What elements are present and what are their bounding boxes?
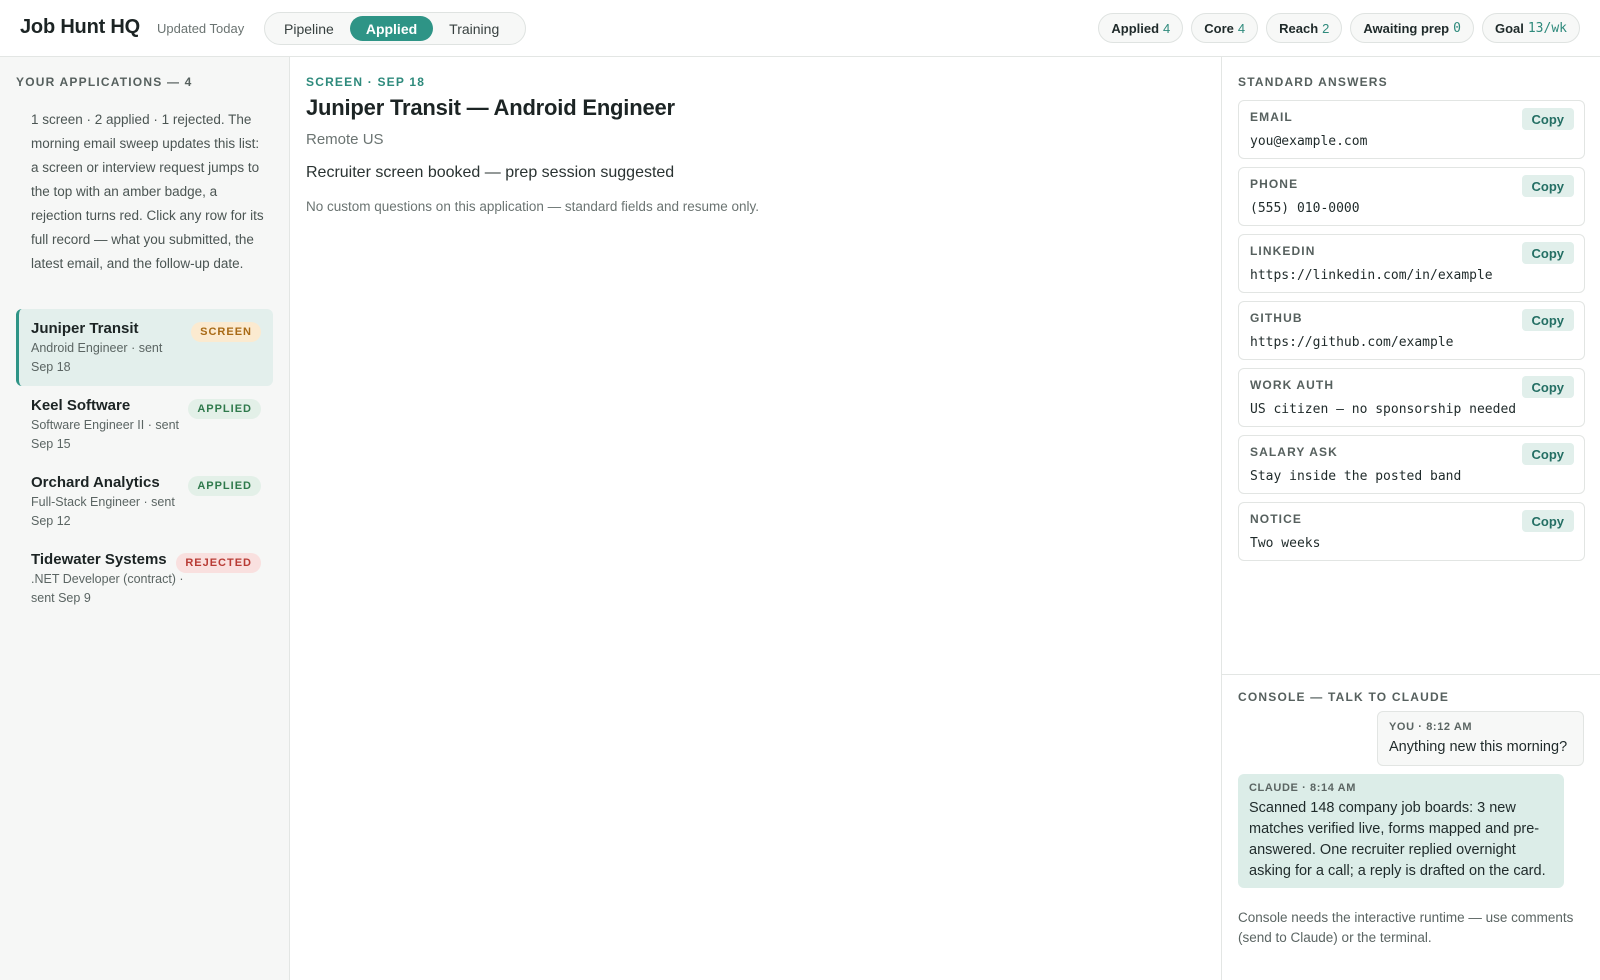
stat-value: 2 [1322, 20, 1330, 36]
answer-email: EMAIL you@example.com Copy [1238, 100, 1585, 159]
stat-label: Reach [1279, 20, 1319, 36]
stat-core: Core 4 [1191, 13, 1259, 43]
stat-goal: Goal 13/wk [1481, 13, 1580, 43]
copy-work-auth-button[interactable]: Copy [1521, 376, 1574, 398]
tab-applied[interactable]: Applied [349, 16, 434, 41]
answer-phone: PHONE (555) 010-0000 Copy [1238, 167, 1585, 226]
stat-value: 4 [1163, 20, 1171, 36]
application-row-keel-software[interactable]: Keel Software Software Engineer II · sen… [16, 386, 273, 463]
answer-value: you@example.com [1250, 134, 1368, 149]
detail-status: Recruiter screen booked — prep session s… [306, 164, 675, 181]
claude-message: CLAUDE · 8:14 AM Scanned 148 company job… [1238, 774, 1564, 888]
application-role: Android Engineer · sent Sep 18 [31, 341, 163, 374]
stat-value: 4 [1237, 20, 1246, 36]
tab-pipeline[interactable]: Pipeline [268, 16, 350, 41]
copy-linkedin-button[interactable]: Copy [1521, 242, 1574, 264]
updated-label: Updated Today [157, 21, 245, 36]
right-panel: STANDARD ANSWERS EMAIL you@example.com C… [1221, 57, 1600, 980]
answer-value: Stay inside the posted band [1250, 469, 1462, 484]
detail-location: Remote US [306, 131, 384, 148]
standard-answers-heading: STANDARD ANSWERS [1238, 75, 1388, 89]
stats-bar: Applied 4 Core 4 Reach 2 Awaiting prep 0 Goa… [1098, 13, 1580, 43]
answer-linkedin: LINKEDIN https://linkedin.com/in/example… [1238, 234, 1585, 293]
detail-eyebrow: SCREEN · SEP 18 [306, 75, 426, 89]
application-detail: SCREEN · SEP 18 Juniper Transit — Androi… [290, 57, 1221, 980]
stat-value: 13/wk [1527, 20, 1567, 36]
answer-value: (555) 010-0000 [1250, 201, 1360, 216]
copy-salary-ask-button[interactable]: Copy [1521, 443, 1574, 465]
answer-value: https://linkedin.com/in/example [1250, 268, 1493, 283]
message-text: Anything new this morning? [1389, 739, 1568, 755]
copy-notice-button[interactable]: Copy [1521, 510, 1574, 532]
tab-training[interactable]: Training [433, 16, 515, 41]
stat-label: Goal [1494, 20, 1524, 36]
view-tabs: Pipeline Applied Training [264, 12, 526, 45]
answer-work-auth: WORK AUTH US citizen — no sponsorship ne… [1238, 368, 1585, 427]
status-badge: REJECTED [176, 553, 261, 573]
copy-phone-button[interactable]: Copy [1521, 175, 1574, 197]
message-meta: YOU · 8:12 AM [1389, 721, 1473, 733]
stat-value: 0 [1453, 20, 1461, 36]
stat-applied: Applied 4 [1098, 13, 1184, 43]
applications-heading: YOUR APPLICATIONS — 4 [16, 75, 193, 89]
console-heading: CONSOLE — TALK TO CLAUDE [1238, 690, 1450, 704]
message-meta: CLAUDE · 8:14 AM [1249, 782, 1356, 794]
standard-answers-list: EMAIL you@example.com Copy PHONE (555) 0… [1238, 100, 1585, 569]
application-role: Software Engineer II · sent Sep 15 [31, 418, 179, 451]
answer-value: https://github.com/example [1250, 335, 1454, 350]
status-badge: SCREEN [191, 322, 261, 342]
application-row-tidewater-systems[interactable]: Tidewater Systems .NET Developer (contra… [16, 540, 273, 617]
applications-sidebar: YOUR APPLICATIONS — 4 1 screen · 2 appli… [0, 57, 290, 980]
answer-value: Two weeks [1250, 536, 1321, 551]
copy-github-button[interactable]: Copy [1521, 309, 1574, 331]
top-bar: Job Hunt HQ Updated Today Pipeline Appli… [0, 0, 1600, 57]
console-panel: CONSOLE — TALK TO CLAUDE YOU · 8:12 AM A… [1222, 674, 1600, 980]
user-message: YOU · 8:12 AM Anything new this morning? [1377, 711, 1584, 766]
stat-label: Applied [1111, 20, 1160, 36]
answer-github: GITHUB https://github.com/example Copy [1238, 301, 1585, 360]
answer-notice: NOTICE Two weeks Copy [1238, 502, 1585, 561]
stat-awaiting-prep: Awaiting prep 0 [1350, 13, 1474, 43]
stat-reach: Reach 2 [1266, 13, 1343, 43]
copy-email-button[interactable]: Copy [1521, 108, 1574, 130]
detail-note: No custom questions on this application … [306, 199, 759, 214]
status-badge: APPLIED [188, 476, 261, 496]
application-role: Full-Stack Engineer · sent Sep 12 [31, 495, 175, 528]
stat-label: Core [1204, 20, 1234, 36]
status-badge: APPLIED [188, 399, 261, 419]
applications-intro: 1 screen · 2 applied · 1 rejected. The m… [31, 112, 264, 271]
app-title: Job Hunt HQ [20, 16, 141, 38]
answer-value: US citizen — no sponsorship needed [1250, 402, 1517, 417]
application-row-juniper-transit[interactable]: Juniper Transit Android Engineer · sent … [16, 309, 273, 386]
applications-list: Juniper Transit Android Engineer · sent … [16, 309, 273, 617]
stat-label: Awaiting prep [1363, 20, 1450, 36]
application-row-orchard-analytics[interactable]: Orchard Analytics Full-Stack Engineer · … [16, 463, 273, 540]
application-role: .NET Developer (contract) · sent Sep 9 [31, 572, 184, 605]
message-text: Scanned 148 company job boards: 3 new ma… [1249, 800, 1546, 879]
answer-salary-ask: SALARY ASK Stay inside the posted band C… [1238, 435, 1585, 494]
detail-title: Juniper Transit — Android Engineer [306, 95, 675, 120]
console-note: Console needs the interactive runtime — … [1238, 910, 1574, 945]
